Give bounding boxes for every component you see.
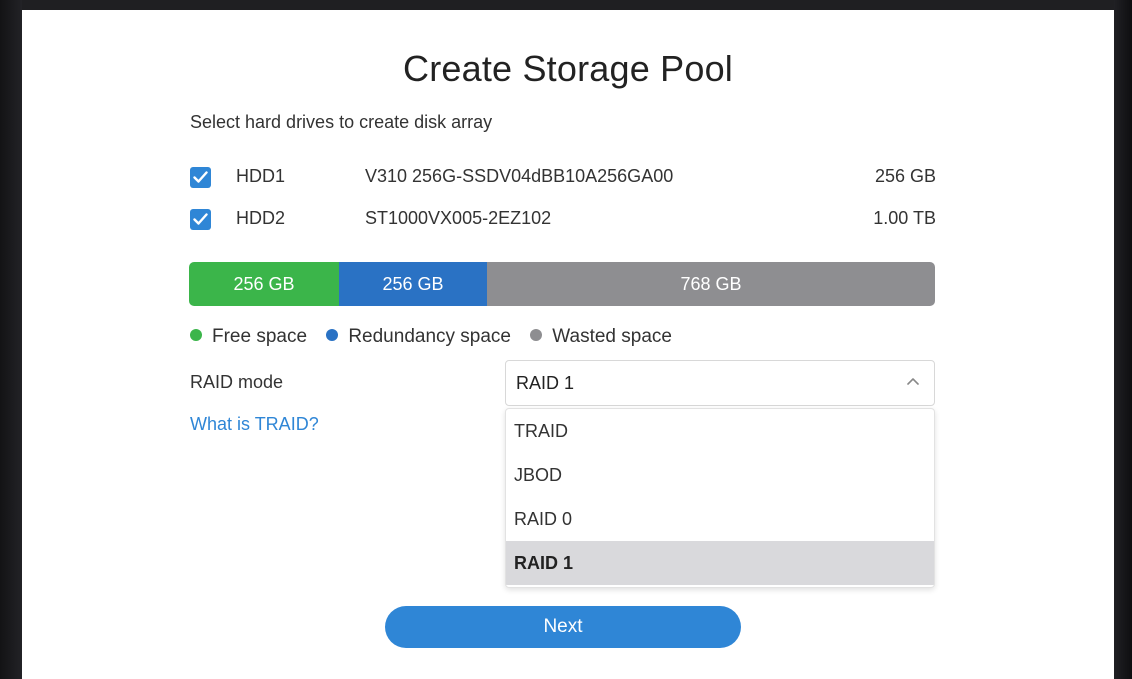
raid-mode-selected-value: RAID 1 <box>516 373 575 393</box>
capacity-legend: Free space Redundancy space Wasted space <box>190 326 686 350</box>
drive-row-hdd2[interactable]: HDD2 ST1000VX005-2EZ102 1.00 TB <box>190 206 936 236</box>
drive-model: V310 256G-SSDV04dBB10A256GA00 <box>365 166 674 186</box>
legend-wasted-label: Wasted space <box>552 326 672 347</box>
raid-option-jbod[interactable]: JBOD <box>506 453 934 497</box>
window-frame-top <box>0 0 1132 10</box>
hdd2-checkbox[interactable] <box>190 209 211 230</box>
raid-option-raid0[interactable]: RAID 0 <box>506 497 934 541</box>
drive-name: HDD1 <box>236 166 286 186</box>
free-space-segment: 256 GB <box>189 262 339 306</box>
drive-size: 256 GB <box>874 166 936 186</box>
dialog-subtitle: Select hard drives to create disk array <box>190 112 493 132</box>
drive-name: HDD2 <box>236 208 286 228</box>
window-frame-right <box>1114 0 1132 679</box>
capacity-bar: 256 GB 256 GB 768 GB <box>189 262 935 306</box>
redundancy-space-segment: 256 GB <box>339 262 487 306</box>
legend-free: Free space <box>190 326 307 348</box>
drive-size: 1.00 TB <box>873 208 936 228</box>
raid-option-traid[interactable]: TRAID <box>506 409 934 453</box>
checkmark-icon <box>193 171 208 183</box>
gray-dot-icon <box>530 328 543 341</box>
what-is-traid-link[interactable]: What is TRAID? <box>190 414 319 435</box>
drive-model: ST1000VX005-2EZ102 <box>365 208 552 228</box>
raid-mode-select[interactable]: RAID 1 <box>505 360 935 406</box>
next-button[interactable]: Next <box>385 606 741 648</box>
create-storage-pool-dialog: Create Storage Pool Select hard drives t… <box>22 10 1114 679</box>
window-frame-left <box>0 0 22 679</box>
drive-row-hdd1[interactable]: HDD1 V310 256G-SSDV04dBB10A256GA00 256 G… <box>190 164 936 194</box>
raid-mode-label: RAID mode <box>190 372 284 392</box>
legend-redundancy: Redundancy space <box>326 326 511 348</box>
wasted-space-segment: 768 GB <box>487 262 935 306</box>
raid-mode-dropdown: TRAID JBOD RAID 0 RAID 1 <box>505 408 935 588</box>
blue-dot-icon <box>326 328 339 341</box>
legend-redundancy-label: Redundancy space <box>348 326 511 347</box>
legend-wasted: Wasted space <box>530 326 672 348</box>
dialog-title: Create Storage Pool <box>403 48 733 89</box>
checkmark-icon <box>193 213 208 225</box>
legend-free-label: Free space <box>212 326 308 347</box>
raid-option-raid1[interactable]: RAID 1 <box>506 541 934 585</box>
hdd1-checkbox[interactable] <box>190 167 211 188</box>
chevron-up-icon <box>907 378 919 385</box>
green-dot-icon <box>190 328 202 341</box>
